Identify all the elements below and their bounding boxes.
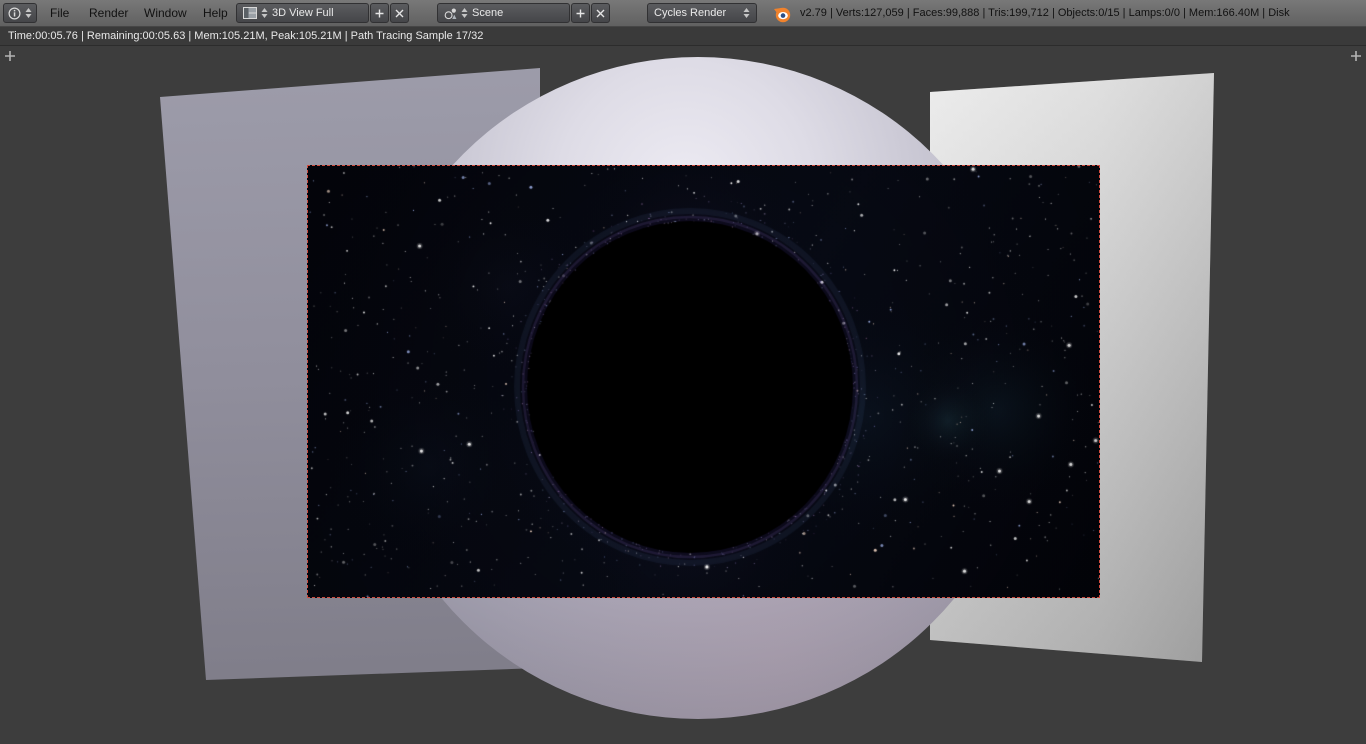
add-scene-button[interactable] xyxy=(571,3,590,23)
scene-value: Scene xyxy=(472,7,503,19)
render-engine-selector[interactable]: Cycles Render xyxy=(647,3,757,23)
close-icon xyxy=(596,9,605,18)
menu-help[interactable]: Help xyxy=(199,0,232,27)
close-icon xyxy=(395,9,404,18)
render-engine-value: Cycles Render xyxy=(654,7,726,19)
info-editor-icon xyxy=(8,7,21,20)
close-screen-layout-button[interactable] xyxy=(390,3,409,23)
menu-file[interactable]: File xyxy=(46,0,73,27)
info-header: File Render Window Help 3D View Full xyxy=(0,0,1366,27)
scene-stats: v2.79 | Verts:127,059 | Faces:99,888 | T… xyxy=(800,0,1290,27)
scene-selector[interactable]: Scene xyxy=(437,3,570,23)
render-status-bar: Time:00:05.76 | Remaining:00:05.63 | Mem… xyxy=(0,27,1366,46)
blender-logo xyxy=(773,5,791,23)
plus-icon xyxy=(375,9,384,18)
scene-icon xyxy=(444,7,457,20)
add-screen-layout-button[interactable] xyxy=(370,3,389,23)
chevron-updown-icon xyxy=(743,7,750,19)
chevron-updown-icon xyxy=(461,7,468,19)
plus-icon xyxy=(576,9,585,18)
chevron-updown-icon xyxy=(25,7,32,19)
menu-window[interactable]: Window xyxy=(140,0,191,27)
screen-layout-selector[interactable]: 3D View Full xyxy=(236,3,369,23)
screen-layout-icon xyxy=(243,7,257,19)
close-scene-button[interactable] xyxy=(591,3,610,23)
chevron-updown-icon xyxy=(261,7,268,19)
render-status-text: Time:00:05.76 | Remaining:00:05.63 | Mem… xyxy=(8,30,483,42)
region-expand-icon-left[interactable] xyxy=(3,49,17,63)
menu-render[interactable]: Render xyxy=(85,0,132,27)
blender-window: File Render Window Help 3D View Full xyxy=(0,0,1366,744)
screen-layout-value: 3D View Full xyxy=(272,7,334,19)
render-preview-canvas xyxy=(308,166,1099,597)
region-expand-icon-right[interactable] xyxy=(1349,49,1363,63)
render-border-region xyxy=(307,165,1100,598)
editor-type-selector[interactable] xyxy=(3,3,37,23)
viewport-3d[interactable] xyxy=(0,46,1366,744)
